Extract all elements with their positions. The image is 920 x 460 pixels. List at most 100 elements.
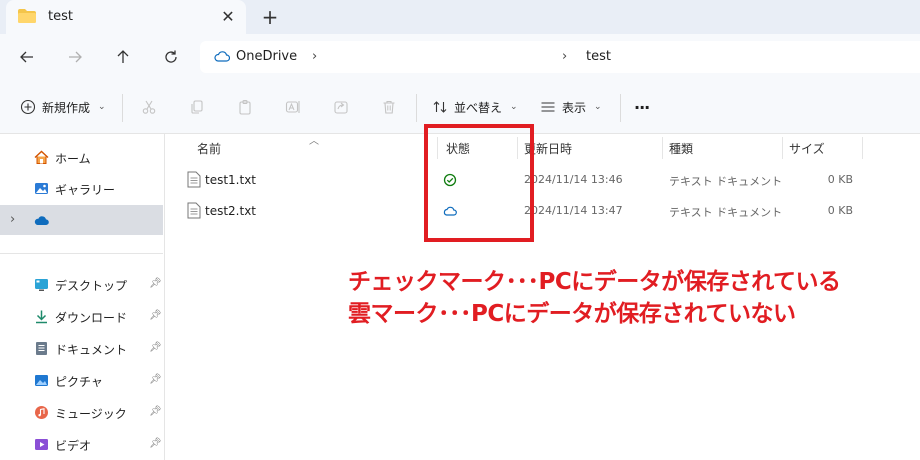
chevron-down-icon: ⌄ [98,102,106,112]
file-size: 0 KB [827,173,853,186]
new-button[interactable]: 新規作成 ⌄ [20,94,106,120]
music-icon [35,406,48,419]
up-button[interactable] [110,44,136,70]
sidebar-item-videos[interactable]: ビデオ 📌︎ [0,429,163,459]
sort-button[interactable]: 並べ替え ⌄ [432,94,518,120]
sidebar-item-label: ピクチャ [55,375,103,389]
address-bar[interactable]: OneDrive › › test [200,41,920,73]
sort-ascending-icon: ︿ [309,136,319,147]
view-button[interactable]: 表示 ⌄ [540,94,602,120]
column-header-name[interactable]: 名前 [197,140,221,157]
navigation-bar: OneDrive › › test [0,34,920,80]
sort-icon [433,101,447,113]
chevron-right-icon[interactable]: › [10,212,15,227]
tab-test[interactable]: test ✕ [6,0,246,34]
pin-icon[interactable]: 📌︎ [149,278,162,289]
download-icon [36,310,47,324]
rename-button[interactable] [282,96,304,118]
column-divider[interactable] [782,137,783,159]
column-divider[interactable] [662,137,663,159]
sidebar-item-onedrive[interactable]: › [0,205,163,235]
sidebar-item-pictures[interactable]: ピクチャ 📌︎ [0,365,163,395]
text-file-icon [187,202,201,219]
share-button[interactable] [330,96,352,118]
chevron-right-icon[interactable]: › [312,49,317,64]
status-column-highlight [424,124,534,242]
divider [122,94,123,122]
pin-icon[interactable]: 📌︎ [149,438,162,449]
desktop-icon [35,279,48,291]
folder-icon [18,9,36,23]
onedrive-cloud-icon [34,216,49,225]
paste-button[interactable] [234,96,256,118]
file-type: テキスト ドキュメント [669,175,783,188]
sidebar-item-gallery[interactable]: ギャラリー [0,173,163,203]
sidebar-item-documents[interactable]: ドキュメント 📌︎ [0,333,163,363]
chevron-down-icon: ⌄ [510,102,518,112]
column-header-type[interactable]: 種類 [669,140,693,157]
text-file-icon [187,171,201,188]
file-modified: 2024/11/14 13:47 [524,204,623,217]
copy-icon [191,100,203,114]
plus-circle-icon [20,99,36,115]
file-modified: 2024/11/14 13:46 [524,173,623,186]
chevron-down-icon: ⌄ [594,102,602,112]
more-options-button[interactable]: ··· [634,94,650,120]
column-divider[interactable] [862,137,863,159]
divider [416,94,417,122]
file-size: 0 KB [827,204,853,217]
file-name: test1.txt [205,173,257,187]
sidebar-item-desktop[interactable]: デスクトップ 📌︎ [0,269,163,299]
trash-icon [383,100,395,114]
sidebar-item-label: ビデオ [55,439,92,453]
pictures-icon [35,375,48,386]
divider [620,94,621,122]
clipboard-icon [239,99,251,115]
back-button[interactable] [14,44,40,70]
pin-icon[interactable]: 📌︎ [149,342,162,353]
breadcrumb-onedrive[interactable]: OneDrive [236,49,297,64]
divider [0,253,163,254]
scissors-icon [142,100,156,114]
file-type: テキスト ドキュメント [669,206,783,219]
sidebar-item-label: ギャラリー [55,183,116,197]
refresh-button[interactable] [158,44,184,70]
home-icon [34,150,49,164]
onedrive-cloud-icon [214,51,230,62]
forward-button[interactable] [62,44,88,70]
sidebar-item-label: ダウンロード [55,311,128,325]
new-label: 新規作成 [42,100,91,115]
table-row[interactable]: test2.txt 2024/11/14 13:47 テキスト ドキュメント 0… [165,196,920,226]
file-name: test2.txt [205,204,257,218]
arrow-up-icon [117,50,129,63]
pin-icon[interactable]: 📌︎ [149,310,162,321]
annotation-check-mark: チェックマーク･･･PCにデータが保存されている [348,269,841,295]
breadcrumb-test[interactable]: test [586,49,611,64]
refresh-icon [165,50,177,63]
video-icon [35,439,48,450]
sidebar-item-label: デスクトップ [55,279,128,293]
copy-button[interactable] [186,96,208,118]
list-view-icon [541,102,555,112]
column-header-size[interactable]: サイズ [789,140,825,157]
cut-button[interactable] [138,96,160,118]
sidebar-item-label: ホーム [55,152,91,166]
document-icon [36,342,47,355]
pin-icon[interactable]: 📌︎ [149,374,162,385]
table-row[interactable]: test1.txt 2024/11/14 13:46 テキスト ドキュメント 0… [165,165,920,195]
sidebar-item-home[interactable]: ホーム [0,142,163,172]
new-tab-button[interactable]: + [258,5,282,29]
annotation-cloud-mark: 雲マーク･･･PCにデータが保存されていない [348,301,796,327]
share-icon [334,101,348,114]
close-icon[interactable]: ✕ [218,6,238,26]
chevron-right-icon[interactable]: › [562,49,567,64]
tab-title: test [48,9,73,24]
rename-icon [285,101,300,113]
sidebar-item-label: ドキュメント [55,343,128,357]
sidebar-item-music[interactable]: ミュージック 📌︎ [0,397,163,427]
sidebar-item-downloads[interactable]: ダウンロード 📌︎ [0,301,163,331]
arrow-right-icon [69,51,82,63]
pin-icon[interactable]: 📌︎ [149,406,162,417]
delete-button[interactable] [378,96,400,118]
sort-label: 並べ替え [454,100,503,115]
